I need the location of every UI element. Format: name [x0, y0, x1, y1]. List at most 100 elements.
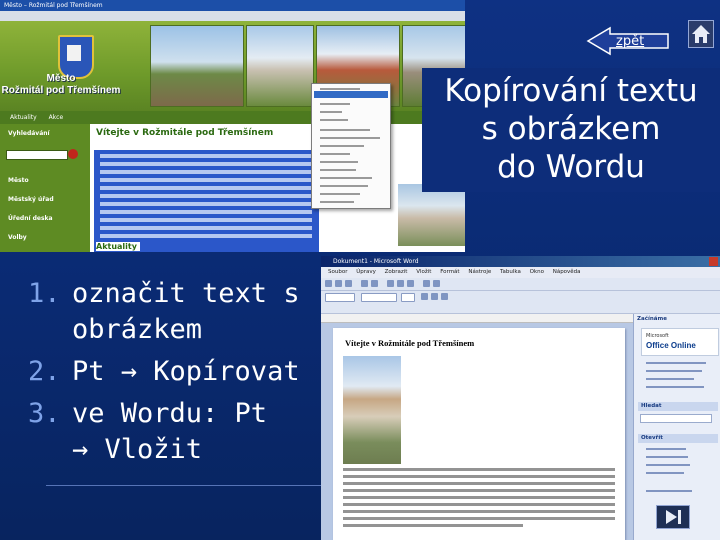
close-icon[interactable]: [709, 257, 718, 266]
context-menu-item[interactable]: [320, 177, 372, 179]
menu-item[interactable]: Soubor: [328, 269, 347, 275]
context-menu-item[interactable]: [320, 129, 370, 131]
website-search-input[interactable]: [6, 150, 68, 160]
sidebar-item-volby[interactable]: Volby: [0, 234, 90, 241]
open-icon[interactable]: [335, 280, 342, 287]
recent-file-link[interactable]: [646, 448, 686, 450]
context-menu-item[interactable]: [320, 88, 360, 90]
size-select[interactable]: [401, 293, 415, 302]
context-menu[interactable]: [311, 83, 391, 209]
word-menu-bar: Soubor Úpravy Zobrazit Vložit Formát Nás…: [321, 267, 720, 278]
back-button-label: zpět: [616, 34, 645, 49]
word-document-page[interactable]: Vítejte v Rožmitále pod Třemšínem: [333, 328, 625, 540]
context-menu-item[interactable]: [320, 193, 360, 195]
style-select[interactable]: [325, 293, 355, 302]
context-menu-item[interactable]: [320, 161, 358, 163]
website-screenshot: Město – Rožmitál pod Třemšínem Město Rož…: [0, 0, 465, 252]
save-icon[interactable]: [345, 280, 352, 287]
recent-file-link[interactable]: [646, 472, 684, 474]
copy-icon[interactable]: [397, 280, 404, 287]
website-banner: Město Rožmitál pod Třemšínem: [0, 21, 465, 111]
context-menu-item[interactable]: [320, 153, 350, 155]
sidebar-item-deska[interactable]: Úřední deska: [0, 215, 90, 222]
slide-title-box: Kopírování textu s obrázkem do Wordu: [422, 68, 720, 192]
text-line: [100, 234, 312, 238]
text-line: [100, 210, 312, 214]
cut-icon[interactable]: [387, 280, 394, 287]
task-pane-link[interactable]: [646, 378, 694, 380]
slide-title-line1: Kopírování textu: [444, 73, 698, 109]
context-menu-item[interactable]: [320, 103, 350, 105]
sidebar-item-search[interactable]: Vyhledávání: [0, 130, 90, 137]
step-number: 1.: [28, 278, 61, 309]
font-select[interactable]: [361, 293, 397, 302]
step-number: 2.: [28, 356, 61, 387]
step-text: Pt → Kopírovat: [72, 356, 300, 387]
document-text-line: [343, 503, 615, 506]
sidebar-item-mesto[interactable]: Město: [0, 177, 90, 184]
step-text: označit text s: [72, 278, 300, 309]
nav-item-akce[interactable]: Akce: [49, 114, 64, 121]
nav-item-aktuality[interactable]: Aktuality: [10, 114, 37, 121]
text-line: [100, 202, 312, 206]
print-icon[interactable]: [361, 280, 368, 287]
redo-icon[interactable]: [433, 280, 440, 287]
menu-item[interactable]: Vložit: [416, 269, 431, 275]
more-files-link[interactable]: [646, 490, 692, 492]
menu-item[interactable]: Tabulka: [500, 269, 521, 275]
context-menu-item[interactable]: [320, 145, 364, 147]
word-ruler: [321, 314, 633, 323]
home-button[interactable]: [688, 20, 714, 48]
selected-text-block[interactable]: [94, 150, 319, 252]
context-menu-item[interactable]: [320, 185, 368, 187]
logo-office-online: Office Online: [646, 341, 696, 350]
menu-item[interactable]: Zobrazit: [385, 269, 408, 275]
task-pane-link[interactable]: [646, 370, 702, 372]
new-icon[interactable]: [325, 280, 332, 287]
task-pane-link[interactable]: [646, 386, 704, 388]
pasted-town-photo[interactable]: [343, 356, 401, 464]
menu-item[interactable]: Úpravy: [356, 269, 376, 275]
text-line: [100, 226, 312, 230]
menu-item[interactable]: Nápověda: [553, 269, 581, 275]
text-line: [100, 186, 312, 190]
website-search-button[interactable]: [68, 149, 78, 159]
task-pane-link[interactable]: [646, 362, 706, 364]
undo-icon[interactable]: [423, 280, 430, 287]
bold-icon[interactable]: [421, 293, 428, 300]
document-text-line: [343, 482, 615, 485]
underline-icon[interactable]: [441, 293, 448, 300]
recent-file-link[interactable]: [646, 456, 688, 458]
context-menu-item[interactable]: [320, 201, 354, 203]
context-menu-item[interactable]: [320, 119, 348, 121]
text-line: [100, 218, 312, 222]
menu-item[interactable]: Nástroje: [468, 269, 491, 275]
website-sidebar: Vyhledávání Město Městský úřad Úřední de…: [0, 124, 90, 252]
context-menu-highlight[interactable]: [314, 91, 388, 98]
step-text: obrázkem: [72, 314, 203, 345]
document-text-line: [343, 496, 615, 499]
preview-icon[interactable]: [371, 280, 378, 287]
browser-title-bar: Město – Rožmitál pod Třemšínem: [0, 0, 465, 11]
skip-end-icon: [666, 510, 681, 524]
step-text: → Vložit: [72, 434, 203, 465]
task-pane-open-section: Otevřít: [638, 434, 718, 443]
text-line: [100, 170, 312, 174]
italic-icon[interactable]: [431, 293, 438, 300]
task-pane-search-input[interactable]: [640, 414, 712, 423]
end-button[interactable]: [656, 505, 690, 529]
context-menu-item[interactable]: [320, 111, 342, 113]
menu-item[interactable]: Formát: [440, 269, 459, 275]
document-text-line: [343, 524, 523, 527]
recent-file-link[interactable]: [646, 464, 690, 466]
word-title-bar: Dokument1 - Microsoft Word: [321, 256, 720, 267]
logo-microsoft: Microsoft: [646, 333, 669, 339]
context-menu-item[interactable]: [320, 137, 380, 139]
menu-item[interactable]: Okno: [530, 269, 544, 275]
sidebar-item-urad[interactable]: Městský úřad: [0, 196, 90, 203]
paste-icon[interactable]: [407, 280, 414, 287]
banner-photo-people: [150, 25, 244, 107]
back-button[interactable]: zpět: [586, 26, 670, 56]
context-menu-item[interactable]: [320, 169, 356, 171]
office-online-logo[interactable]: Microsoft Office Online: [641, 328, 719, 356]
